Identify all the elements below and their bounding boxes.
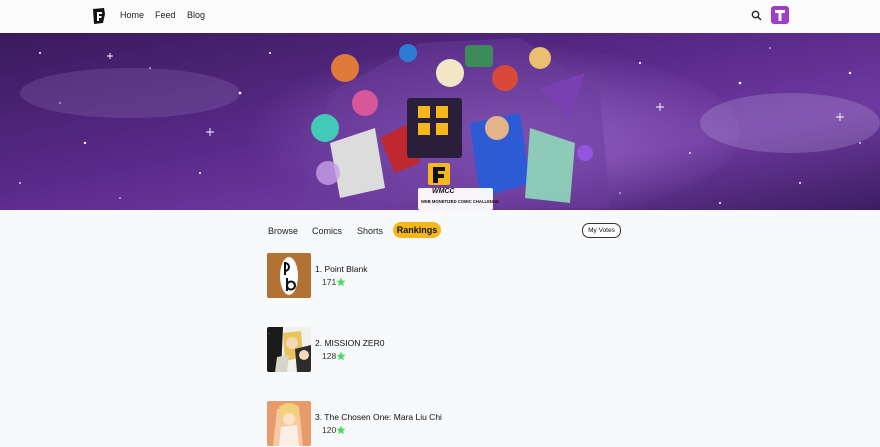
user-avatar[interactable]: [771, 6, 789, 24]
comic-title[interactable]: 3. The Chosen One: Mara Liu Chi: [315, 412, 442, 422]
star-icon: [336, 425, 346, 435]
search-icon[interactable]: [751, 10, 762, 21]
tab-browse[interactable]: Browse: [268, 226, 298, 236]
ranking-item[interactable]: 1. Point Blank 171: [267, 253, 567, 299]
banner-badge-title: WMCC: [432, 188, 455, 195]
star-icon: [336, 351, 346, 361]
banner-badge-subtitle: WEB MONETIZED COMIC CHALLENGE: [421, 199, 499, 204]
comic-thumbnail[interactable]: .: [267, 327, 311, 372]
comic-title[interactable]: 2. MISSION ZER0: [315, 338, 384, 348]
nav-home-link[interactable]: Home: [120, 10, 144, 20]
banner-artwork: [0, 33, 880, 210]
ranking-item[interactable]: 3. The Chosen One: Mara Liu Chi 120: [267, 401, 567, 447]
nav-blog-link[interactable]: Blog: [187, 10, 205, 20]
comic-thumbnail[interactable]: [267, 401, 311, 446]
comic-cover-image: [267, 401, 311, 446]
comic-thumbnail[interactable]: [267, 253, 311, 298]
tab-shorts[interactable]: Shorts: [357, 226, 383, 236]
my-votes-button[interactable]: My Votes: [582, 223, 621, 238]
svg-text:.: .: [269, 330, 270, 336]
vote-count: 120: [322, 425, 337, 435]
avatar-letter-icon: [775, 10, 785, 21]
vote-count: 128: [322, 351, 337, 361]
hero-banner: WMCC WEB MONETIZED COMIC CHALLENGE: [0, 33, 880, 210]
tab-rankings[interactable]: Rankings: [393, 222, 441, 238]
nav-feed-link[interactable]: Feed: [155, 10, 176, 20]
comic-cover-image: .: [267, 327, 311, 372]
top-navigation: Home Feed Blog: [0, 0, 880, 34]
vote-count: 171: [322, 277, 337, 287]
comic-title[interactable]: 1. Point Blank: [315, 264, 367, 274]
app-logo-icon[interactable]: [92, 8, 106, 24]
comic-cover-image: [267, 253, 311, 298]
star-icon: [336, 277, 346, 287]
ranking-item[interactable]: . 2. MISSION ZER0 128: [267, 327, 567, 373]
tab-comics[interactable]: Comics: [312, 226, 342, 236]
